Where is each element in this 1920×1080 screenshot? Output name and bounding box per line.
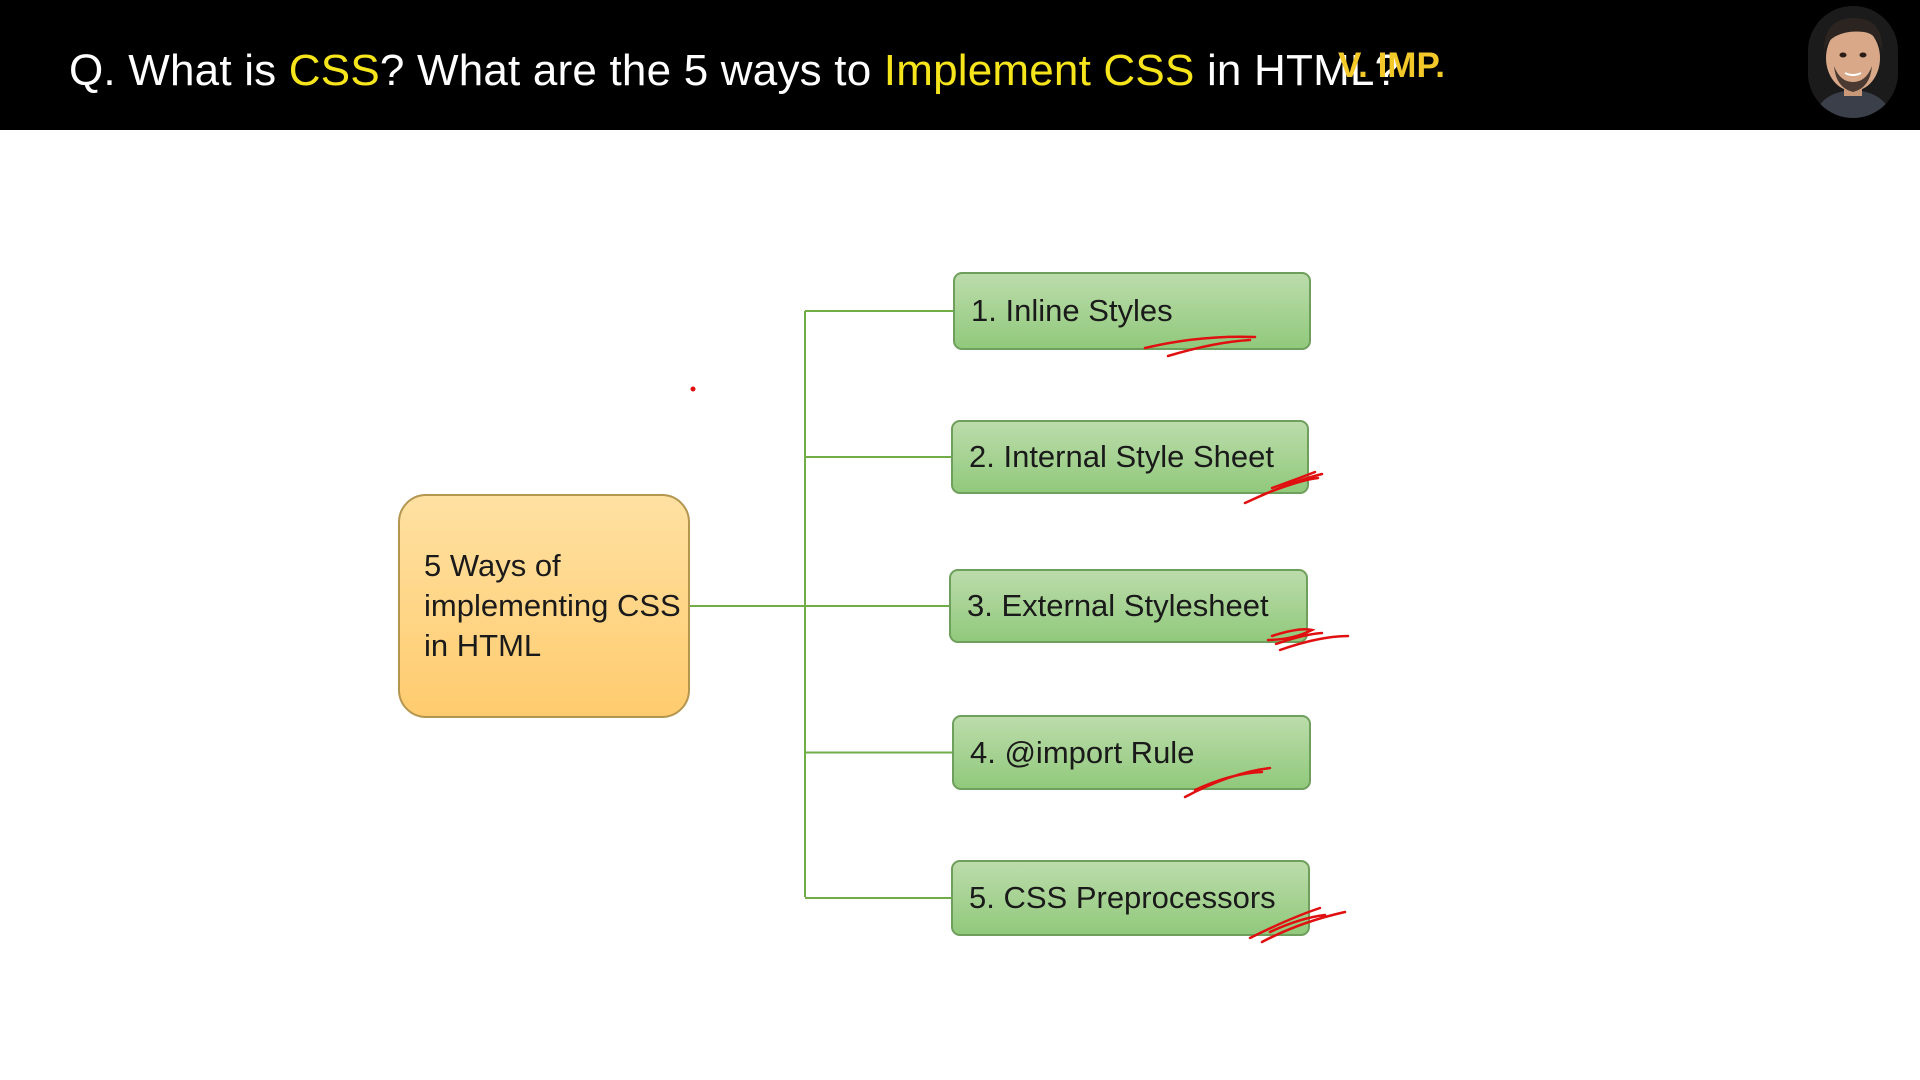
way-external-stylesheet-box: 3. External Stylesheet: [949, 569, 1308, 643]
way-css-preprocessors-label: 5. CSS Preprocessors: [969, 880, 1276, 915]
center-topic-label: 5 Ways of implementing CSS in HTML: [424, 548, 681, 663]
way-css-preprocessors-box: 5. CSS Preprocessors: [951, 860, 1310, 936]
way-import-rule-label: 4. @import Rule: [970, 734, 1195, 770]
way-external-stylesheet-label: 3. External Stylesheet: [967, 588, 1269, 623]
way-internal-style-sheet-box: 2. Internal Style Sheet: [951, 420, 1309, 494]
way-import-rule-box: 4. @import Rule: [952, 715, 1311, 790]
way-internal-style-sheet-label: 2. Internal Style Sheet: [969, 439, 1275, 474]
way-inline-styles-label: 1. Inline Styles: [971, 293, 1173, 328]
center-topic-box: 5 Ways of implementing CSS in HTML: [398, 494, 690, 718]
way-inline-styles-box: 1. Inline Styles: [953, 272, 1311, 350]
